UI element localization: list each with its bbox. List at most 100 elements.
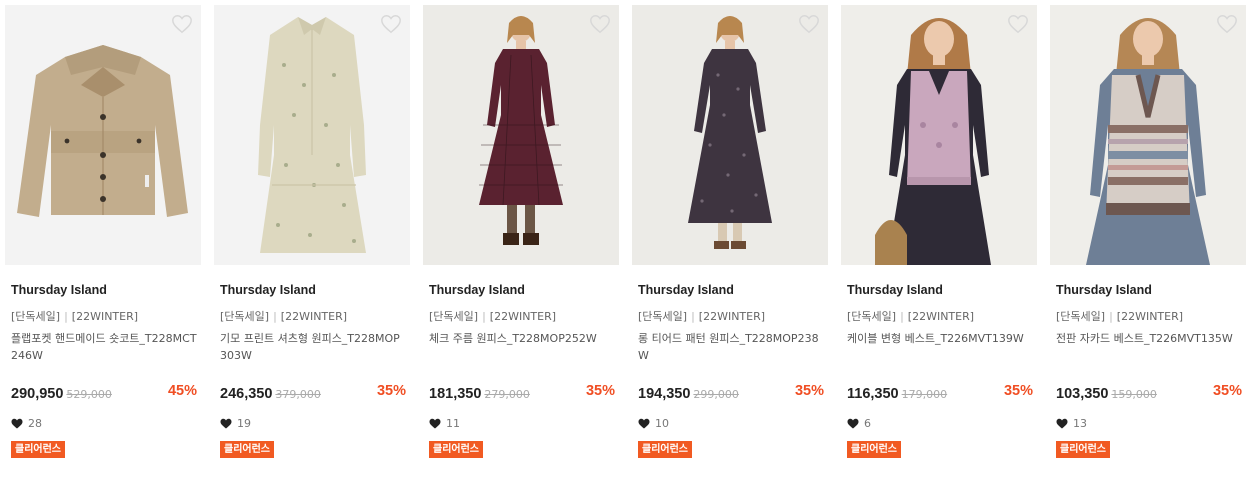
product-card[interactable]: Thursday Island [단독세일] | [22WINTER] 롱 티어드 … [632,5,828,475]
product-brand[interactable]: Thursday Island [1056,283,1152,297]
heart-filled-icon [638,418,650,429]
tag-exclusive-sale: [단독세일] [847,310,897,323]
product-name[interactable]: 케이블 변형 베스트_T226MVT139W [847,330,1033,347]
product-image[interactable] [423,5,619,265]
like-count-value: 6 [864,417,871,430]
price-row: 181,350 279,000 35% [429,383,615,403]
original-price: 279,000 [484,388,530,401]
like-count-value: 13 [1073,417,1087,430]
tag-season: [22WINTER] [907,310,975,323]
discount-rate: 35% [1003,383,1033,399]
clearance-badge: 클리어런스 [638,441,692,458]
like-count: 10 [638,417,669,430]
product-name[interactable]: 전판 자카드 베스트_T226MVT135W [1056,330,1242,347]
product-tags: [단독세일] | [22WINTER] [429,308,556,324]
tag-separator: | [900,310,904,323]
price-row: 194,350 299,000 35% [638,383,824,403]
wishlist-heart-icon[interactable] [1007,13,1029,35]
tag-separator: | [64,310,68,323]
tag-exclusive-sale: [단독세일] [1056,310,1106,323]
tag-season: [22WINTER] [280,310,348,323]
product-grid: Thursday Island [단독세일] | [22WINTER] 플랩포켓 핸… [5,5,1253,475]
product-brand[interactable]: Thursday Island [847,283,943,297]
product-tags: [단독세일] | [22WINTER] [220,308,347,324]
like-count: 11 [429,417,460,430]
heart-filled-icon [429,418,441,429]
like-count: 6 [847,417,871,430]
tag-season: [22WINTER] [1116,310,1184,323]
tag-separator: | [482,310,486,323]
like-count-value: 10 [655,417,669,430]
product-card[interactable]: Thursday Island [단독세일] | [22WINTER] 케이블 변형… [841,5,1037,475]
discount-rate: 35% [585,383,615,399]
wishlist-heart-icon[interactable] [380,13,402,35]
heart-filled-icon [1056,418,1068,429]
product-card[interactable]: Thursday Island [단독세일] | [22WINTER] 체크 주름 … [423,5,619,475]
product-card[interactable]: Thursday Island [단독세일] | [22WINTER] 플랩포켓 핸… [5,5,201,475]
tag-exclusive-sale: [단독세일] [429,310,479,323]
clearance-badge: 클리어런스 [220,441,274,458]
discount-rate: 35% [376,383,406,399]
wishlist-heart-icon[interactable] [798,13,820,35]
price-row: 290,950 529,000 45% [11,383,197,403]
price-row: 116,350 179,000 35% [847,383,1033,403]
clearance-badge: 클리어런스 [847,441,901,458]
sale-price: 246,350 [220,386,273,402]
product-brand[interactable]: Thursday Island [429,283,525,297]
tag-separator: | [1109,310,1113,323]
heart-filled-icon [11,418,23,429]
price-row: 246,350 379,000 35% [220,383,406,403]
like-count: 13 [1056,417,1087,430]
sale-price: 290,950 [11,386,64,402]
product-tags: [단독세일] | [22WINTER] [1056,308,1183,324]
sale-price: 194,350 [638,386,691,402]
like-count: 19 [220,417,251,430]
product-brand[interactable]: Thursday Island [11,283,107,297]
tag-separator: | [691,310,695,323]
like-count-value: 11 [446,417,460,430]
product-image[interactable] [5,5,201,265]
sale-price: 103,350 [1056,386,1109,402]
product-name[interactable]: 롱 티어드 패턴 원피스_T228MOP238W [638,330,824,364]
clearance-badge: 클리어런스 [429,441,483,458]
sale-price: 116,350 [847,386,899,402]
discount-rate: 45% [167,383,197,399]
tag-exclusive-sale: [단독세일] [11,310,61,323]
product-brand[interactable]: Thursday Island [220,283,316,297]
discount-rate: 35% [794,383,824,399]
tag-separator: | [273,310,277,323]
tag-season: [22WINTER] [71,310,139,323]
tag-season: [22WINTER] [698,310,766,323]
product-image[interactable] [632,5,828,265]
product-name[interactable]: 기모 프린트 셔츠형 원피스_T228MOP303W [220,330,406,364]
product-brand[interactable]: Thursday Island [638,283,734,297]
product-card[interactable]: Thursday Island [단독세일] | [22WINTER] 전판 자카드… [1050,5,1246,475]
like-count-value: 28 [28,417,42,430]
heart-filled-icon [220,418,232,429]
product-image[interactable] [841,5,1037,265]
product-image[interactable] [214,5,410,265]
product-image[interactable] [1050,5,1246,265]
wishlist-heart-icon[interactable] [589,13,611,35]
clearance-badge: 클리어런스 [11,441,65,458]
original-price: 379,000 [275,388,321,401]
like-count: 28 [11,417,42,430]
sale-price: 181,350 [429,386,482,402]
clearance-badge: 클리어런스 [1056,441,1110,458]
wishlist-heart-icon[interactable] [1216,13,1238,35]
product-card[interactable]: Thursday Island [단독세일] | [22WINTER] 기모 프린트… [214,5,410,475]
product-name[interactable]: 플랩포켓 핸드메이드 숏코트_T228MCT246W [11,330,197,364]
original-price: 529,000 [66,388,112,401]
tag-exclusive-sale: [단독세일] [220,310,270,323]
product-name[interactable]: 체크 주름 원피스_T228MOP252W [429,330,615,347]
wishlist-heart-icon[interactable] [171,13,193,35]
product-tags: [단독세일] | [22WINTER] [847,308,974,324]
like-count-value: 19 [237,417,251,430]
price-row: 103,350 159,000 35% [1056,383,1242,403]
product-tags: [단독세일] | [22WINTER] [11,308,138,324]
tag-season: [22WINTER] [489,310,557,323]
original-price: 299,000 [693,388,739,401]
tag-exclusive-sale: [단독세일] [638,310,688,323]
heart-filled-icon [847,418,859,429]
original-price: 179,000 [901,388,948,401]
